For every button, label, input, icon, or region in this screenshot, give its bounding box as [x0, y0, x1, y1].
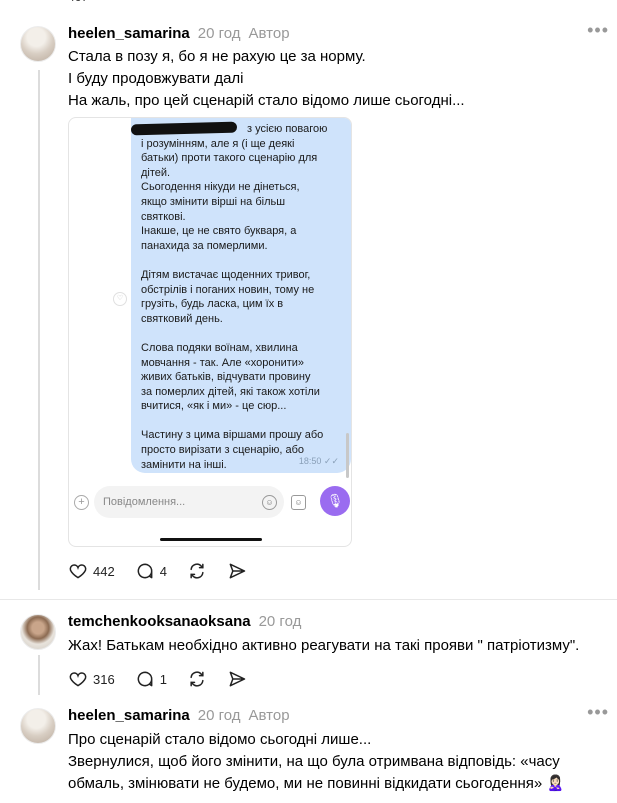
like-count: 442 [93, 563, 115, 579]
comment-icon [137, 671, 153, 687]
username[interactable]: temchenkooksanaoksana [68, 613, 251, 630]
plus-icon: + [74, 495, 89, 510]
like-button[interactable]: 442 [68, 561, 115, 581]
repost-icon [190, 671, 204, 687]
message-line: обстрілів і поганих новин, тому не [141, 283, 315, 296]
post-text: Про сценарій стало відомо сьогодні лише.… [68, 729, 608, 795]
message-line: Інакше, це не свято букваря, а [141, 225, 297, 238]
heart-icon [69, 564, 87, 579]
avatar[interactable] [20, 614, 56, 650]
divider [0, 599, 617, 600]
post-line: І буду продовжувати далі [68, 70, 244, 87]
message-gap [141, 326, 341, 341]
post-header: temchenkooksanaoksana 20 год [68, 613, 301, 630]
message-line: Слова подяки воїнам, хвилина [141, 341, 298, 354]
message-line: святковий день. [141, 312, 223, 325]
comment-count: 1 [159, 671, 167, 687]
prev-post-actions: 467 [68, 0, 88, 4]
avatar[interactable] [20, 708, 56, 744]
sticker-icon: ☺ [291, 495, 306, 510]
post-line: Жах! Батькам необхідно активно реагувати… [68, 637, 580, 654]
attached-screenshot[interactable]: ♡ з усією повагою і розумінням, але я (і… [68, 117, 352, 547]
message-line: Частину з цима віршами прошу або [141, 429, 324, 442]
message-line: дітей. [141, 166, 171, 179]
message-input: Повідомлення... [94, 486, 284, 518]
emoji-icon: ☺ [262, 495, 277, 510]
message-line: святкові. [141, 210, 186, 223]
message-line: за померлих дітей, які також хотіли [141, 385, 320, 398]
post-header: heelen_samarina 20 год Автор [68, 707, 290, 724]
reaction-heart-icon: ♡ [113, 292, 127, 306]
share-icon [229, 671, 246, 687]
message-composer: + Повідомлення... ☺ ☺ 🎙 [69, 486, 351, 526]
message-line: Сьогодення нікуди не дінеться, [141, 181, 300, 194]
avatar[interactable] [20, 26, 56, 62]
message-line: якщо змінити вірші на більш [141, 195, 286, 208]
author-badge: Автор [248, 707, 290, 724]
message-line: батьки) проти такого сценарію для [141, 152, 318, 165]
timestamp: 20 год [197, 25, 241, 42]
comment-button[interactable]: 4 [135, 561, 167, 581]
comment-button[interactable]: 1 [135, 669, 167, 689]
message-bubble: з усією повагою і розумінням, але я (і щ… [130, 118, 351, 473]
mic-icon: 🎙 [320, 486, 350, 516]
post-line: На жаль, про цей сценарій стало відомо л… [68, 92, 465, 109]
message-gap [141, 253, 341, 268]
comment-icon [137, 563, 153, 579]
message-line: вчитися, «як і ми» - це сюр... [141, 400, 287, 413]
post-text: Жах! Батькам необхідно активно реагувати… [68, 635, 608, 657]
share-button[interactable] [227, 561, 247, 581]
repost-button[interactable] [187, 669, 207, 689]
username[interactable]: heelen_samarina [68, 25, 190, 42]
comment-count: 4 [159, 563, 167, 579]
more-icon[interactable]: ••• [587, 702, 609, 723]
post-line: Стала в позу я, бо я не рахую це за норм… [68, 48, 366, 65]
message-line: живих батьків, відчувати провину [141, 371, 311, 384]
message-line: грузіть, будь ласка, цим їх в [141, 298, 284, 311]
timestamp: 20 год [197, 707, 241, 724]
message-line: Дітям вистачає щоденних тривог, [141, 268, 311, 281]
thread-line [38, 70, 40, 590]
message-gap [141, 414, 341, 429]
thread-line [38, 655, 40, 695]
share-button[interactable] [227, 669, 247, 689]
author-badge: Автор [248, 25, 290, 42]
post-line: обмаль, змінювати не будемо, ми не повин… [68, 775, 566, 792]
heart-icon [69, 672, 87, 687]
message-line: мовчання - так. Але «хоронити» [141, 356, 305, 369]
username[interactable]: heelen_samarina [68, 707, 190, 724]
message-line: панахида за померлими. [141, 239, 268, 252]
more-icon[interactable]: ••• [587, 20, 609, 41]
like-button[interactable]: 316 [68, 669, 115, 689]
repost-icon [190, 563, 204, 579]
post-header: heelen_samarina 20 год Автор [68, 25, 290, 42]
repost-button[interactable] [187, 561, 207, 581]
post-actions: 316 1 [68, 669, 267, 689]
like-count: 316 [93, 671, 115, 687]
post-actions: 442 4 [68, 561, 267, 581]
share-icon [229, 563, 246, 579]
post-text: Стала в позу я, бо я не рахую це за норм… [68, 46, 608, 112]
post-line: Звернулися, щоб його змінити, на що була… [68, 753, 560, 770]
message-time: 18:50 ✓✓ [298, 456, 339, 467]
scrollbar [346, 433, 349, 478]
message-time-text: 18:50 [298, 456, 322, 467]
post-line: Про сценарій стало відомо сьогодні лише.… [68, 731, 372, 748]
prev-like-count: 467 [68, 0, 88, 4]
timestamp: 20 год [258, 613, 302, 630]
message-line: і розумінням, але я (і ще деякі [141, 137, 295, 150]
home-indicator [160, 538, 262, 541]
